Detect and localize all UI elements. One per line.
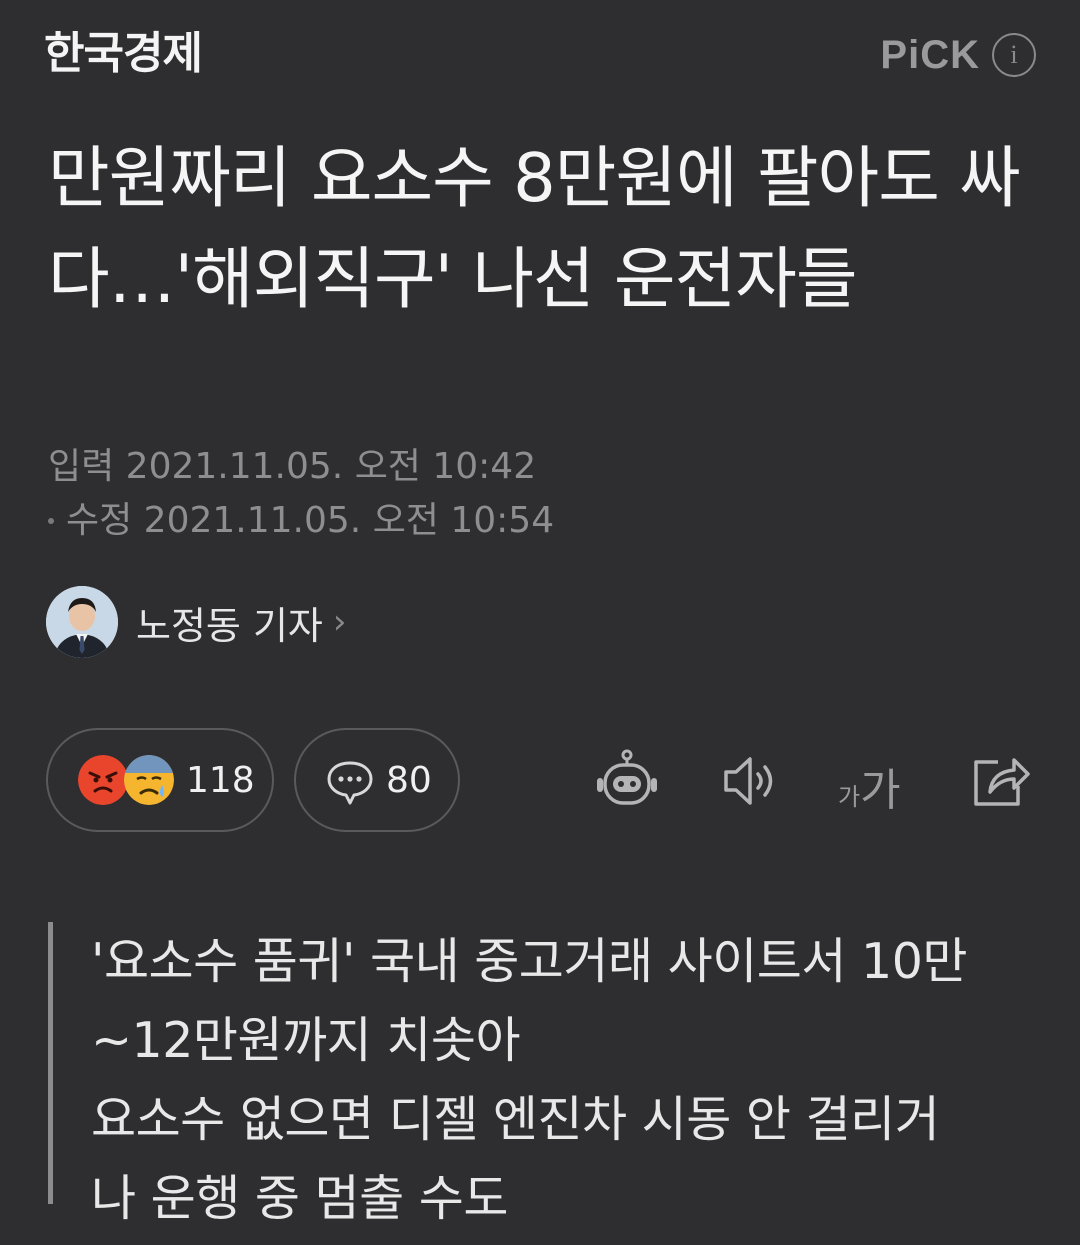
action-bar: 118 80 가가 (0, 728, 1080, 838)
speaker-icon[interactable] (720, 748, 786, 814)
comment-icon (327, 761, 373, 805)
font-size-small-glyph: 가 (838, 783, 861, 811)
reaction-button[interactable]: 118 (46, 728, 274, 832)
input-time: 입력 2021.11.05. 오전 10:42 (48, 446, 537, 487)
bullet-dot (48, 518, 54, 524)
comment-count: 80 (386, 760, 432, 801)
press-logo[interactable]: 한국경제 (44, 26, 203, 82)
reaction-count: 118 (186, 760, 255, 801)
article-header: 한국경제 PiCK i (0, 0, 1080, 110)
input-time-row: 입력 2021.11.05. 오전 10:42 (48, 440, 554, 494)
info-icon[interactable]: i (992, 33, 1036, 77)
article-headline: 만원짜리 요소수 8만원에 팔아도 싸다…'해외직구' 나선 운전자들 (48, 139, 1021, 318)
pick-label: PiCK (880, 32, 980, 77)
font-size-large-glyph: 가 (860, 765, 901, 816)
reporter-link[interactable]: 노정동 기자 › (46, 586, 347, 658)
article-timestamps: 입력 2021.11.05. 오전 10:42 수정 2021.11.05. 오… (48, 440, 554, 548)
modified-time-row: 수정 2021.11.05. 오전 10:54 (48, 494, 554, 548)
pick-badge[interactable]: PiCK i (880, 30, 1036, 80)
robot-summary-icon[interactable] (594, 748, 660, 814)
article-summary: '요소수 품귀' 국내 중고거래 사이트서 10만 ~12만원까지 치솟아 요소… (48, 922, 1038, 1227)
modified-time: 수정 2021.11.05. 오전 10:54 (66, 500, 555, 541)
font-size-icon[interactable]: 가가 (838, 754, 901, 818)
reporter-photo (46, 586, 118, 658)
angry-emoji-icon (78, 755, 128, 805)
comment-button[interactable]: 80 (294, 728, 460, 832)
share-icon[interactable] (968, 748, 1034, 814)
summary-text: '요소수 품귀' 국내 중고거래 사이트서 10만 ~12만원까지 치솟아 요소… (91, 933, 967, 1227)
sad-emoji-icon (124, 755, 174, 805)
reporter-name: 노정동 기자 (136, 603, 323, 648)
chevron-right-icon: › (332, 602, 347, 642)
reporter-avatar (46, 586, 118, 658)
